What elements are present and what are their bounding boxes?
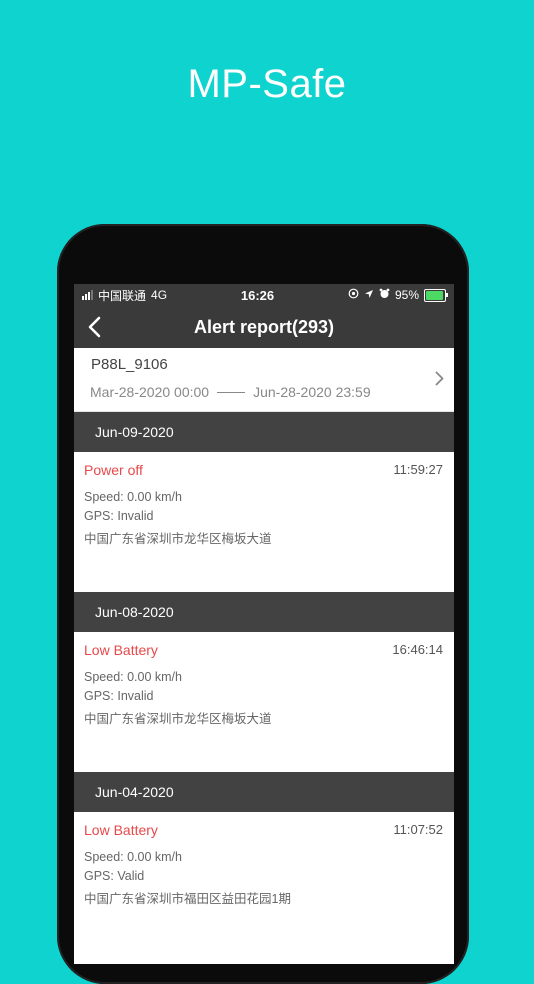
alarm-icon: [379, 288, 390, 302]
alert-time: 11:59:27: [393, 462, 443, 477]
alert-speed: Speed: 0.00 km/h: [84, 850, 182, 864]
alert-address: 中国广东省深圳市龙华区梅坂大道: [84, 532, 272, 546]
battery-icon: [424, 288, 448, 302]
start-datetime: Mar-28-2020 00:00: [90, 384, 210, 400]
alert-item[interactable]: Low Battery 11:07:52 Speed: 0.00 km/h GP…: [74, 812, 454, 952]
range-separator: [217, 391, 246, 393]
alert-type: Low Battery: [84, 642, 158, 658]
device-name: P88L_9106: [91, 356, 168, 373]
signal-icon: [82, 290, 93, 300]
status-bar: 中国联通 4G 16:26 95%: [74, 284, 454, 306]
back-icon[interactable]: [82, 314, 106, 340]
alert-time: 11:07:52: [393, 822, 443, 837]
alert-type: Power off: [84, 462, 143, 478]
battery-percent: 95%: [394, 288, 419, 302]
page-title: Alert report(293): [193, 316, 335, 337]
app-screen: 中国联通 4G 16:26 95% Alert report(293) P88L…: [74, 284, 454, 964]
nav-bar: Alert report(293): [74, 306, 454, 348]
date-group-header: Jun-09-2020: [74, 412, 454, 452]
report-filter[interactable]: P88L_9106 Mar-28-2020 00:00 Jun-28-2020 …: [74, 348, 454, 412]
alert-item[interactable]: Power off 11:59:27 Speed: 0.00 km/h GPS:…: [74, 452, 454, 592]
date-group-header: Jun-04-2020: [74, 772, 454, 812]
date-group-header: Jun-08-2020: [74, 592, 454, 632]
orientation-lock-icon: [348, 288, 359, 302]
alert-gps: GPS: Invalid: [84, 509, 154, 523]
alert-speed: Speed: 0.00 km/h: [84, 490, 182, 504]
alert-speed: Speed: 0.00 km/h: [84, 670, 182, 684]
alert-address: 中国广东省深圳市福田区益田花园1期: [84, 892, 291, 906]
network-label: 4G: [151, 288, 168, 302]
carrier-label: 中国联通: [98, 288, 147, 303]
alert-gps: GPS: Valid: [84, 869, 145, 883]
status-time: 16:26: [240, 287, 275, 303]
alert-time: 16:46:14: [392, 642, 443, 657]
alert-gps: GPS: Invalid: [84, 689, 154, 703]
alert-type: Low Battery: [84, 822, 158, 838]
promo-title: MP-Safe: [187, 62, 347, 106]
chevron-right-icon: [432, 368, 446, 388]
location-icon: [364, 288, 374, 302]
alert-item[interactable]: Low Battery 16:46:14 Speed: 0.00 km/h GP…: [74, 632, 454, 772]
end-datetime: Jun-28-2020 23:59: [253, 384, 371, 400]
date-range: Mar-28-2020 00:00 Jun-28-2020 23:59: [90, 384, 438, 400]
alert-address: 中国广东省深圳市龙华区梅坂大道: [84, 712, 272, 726]
